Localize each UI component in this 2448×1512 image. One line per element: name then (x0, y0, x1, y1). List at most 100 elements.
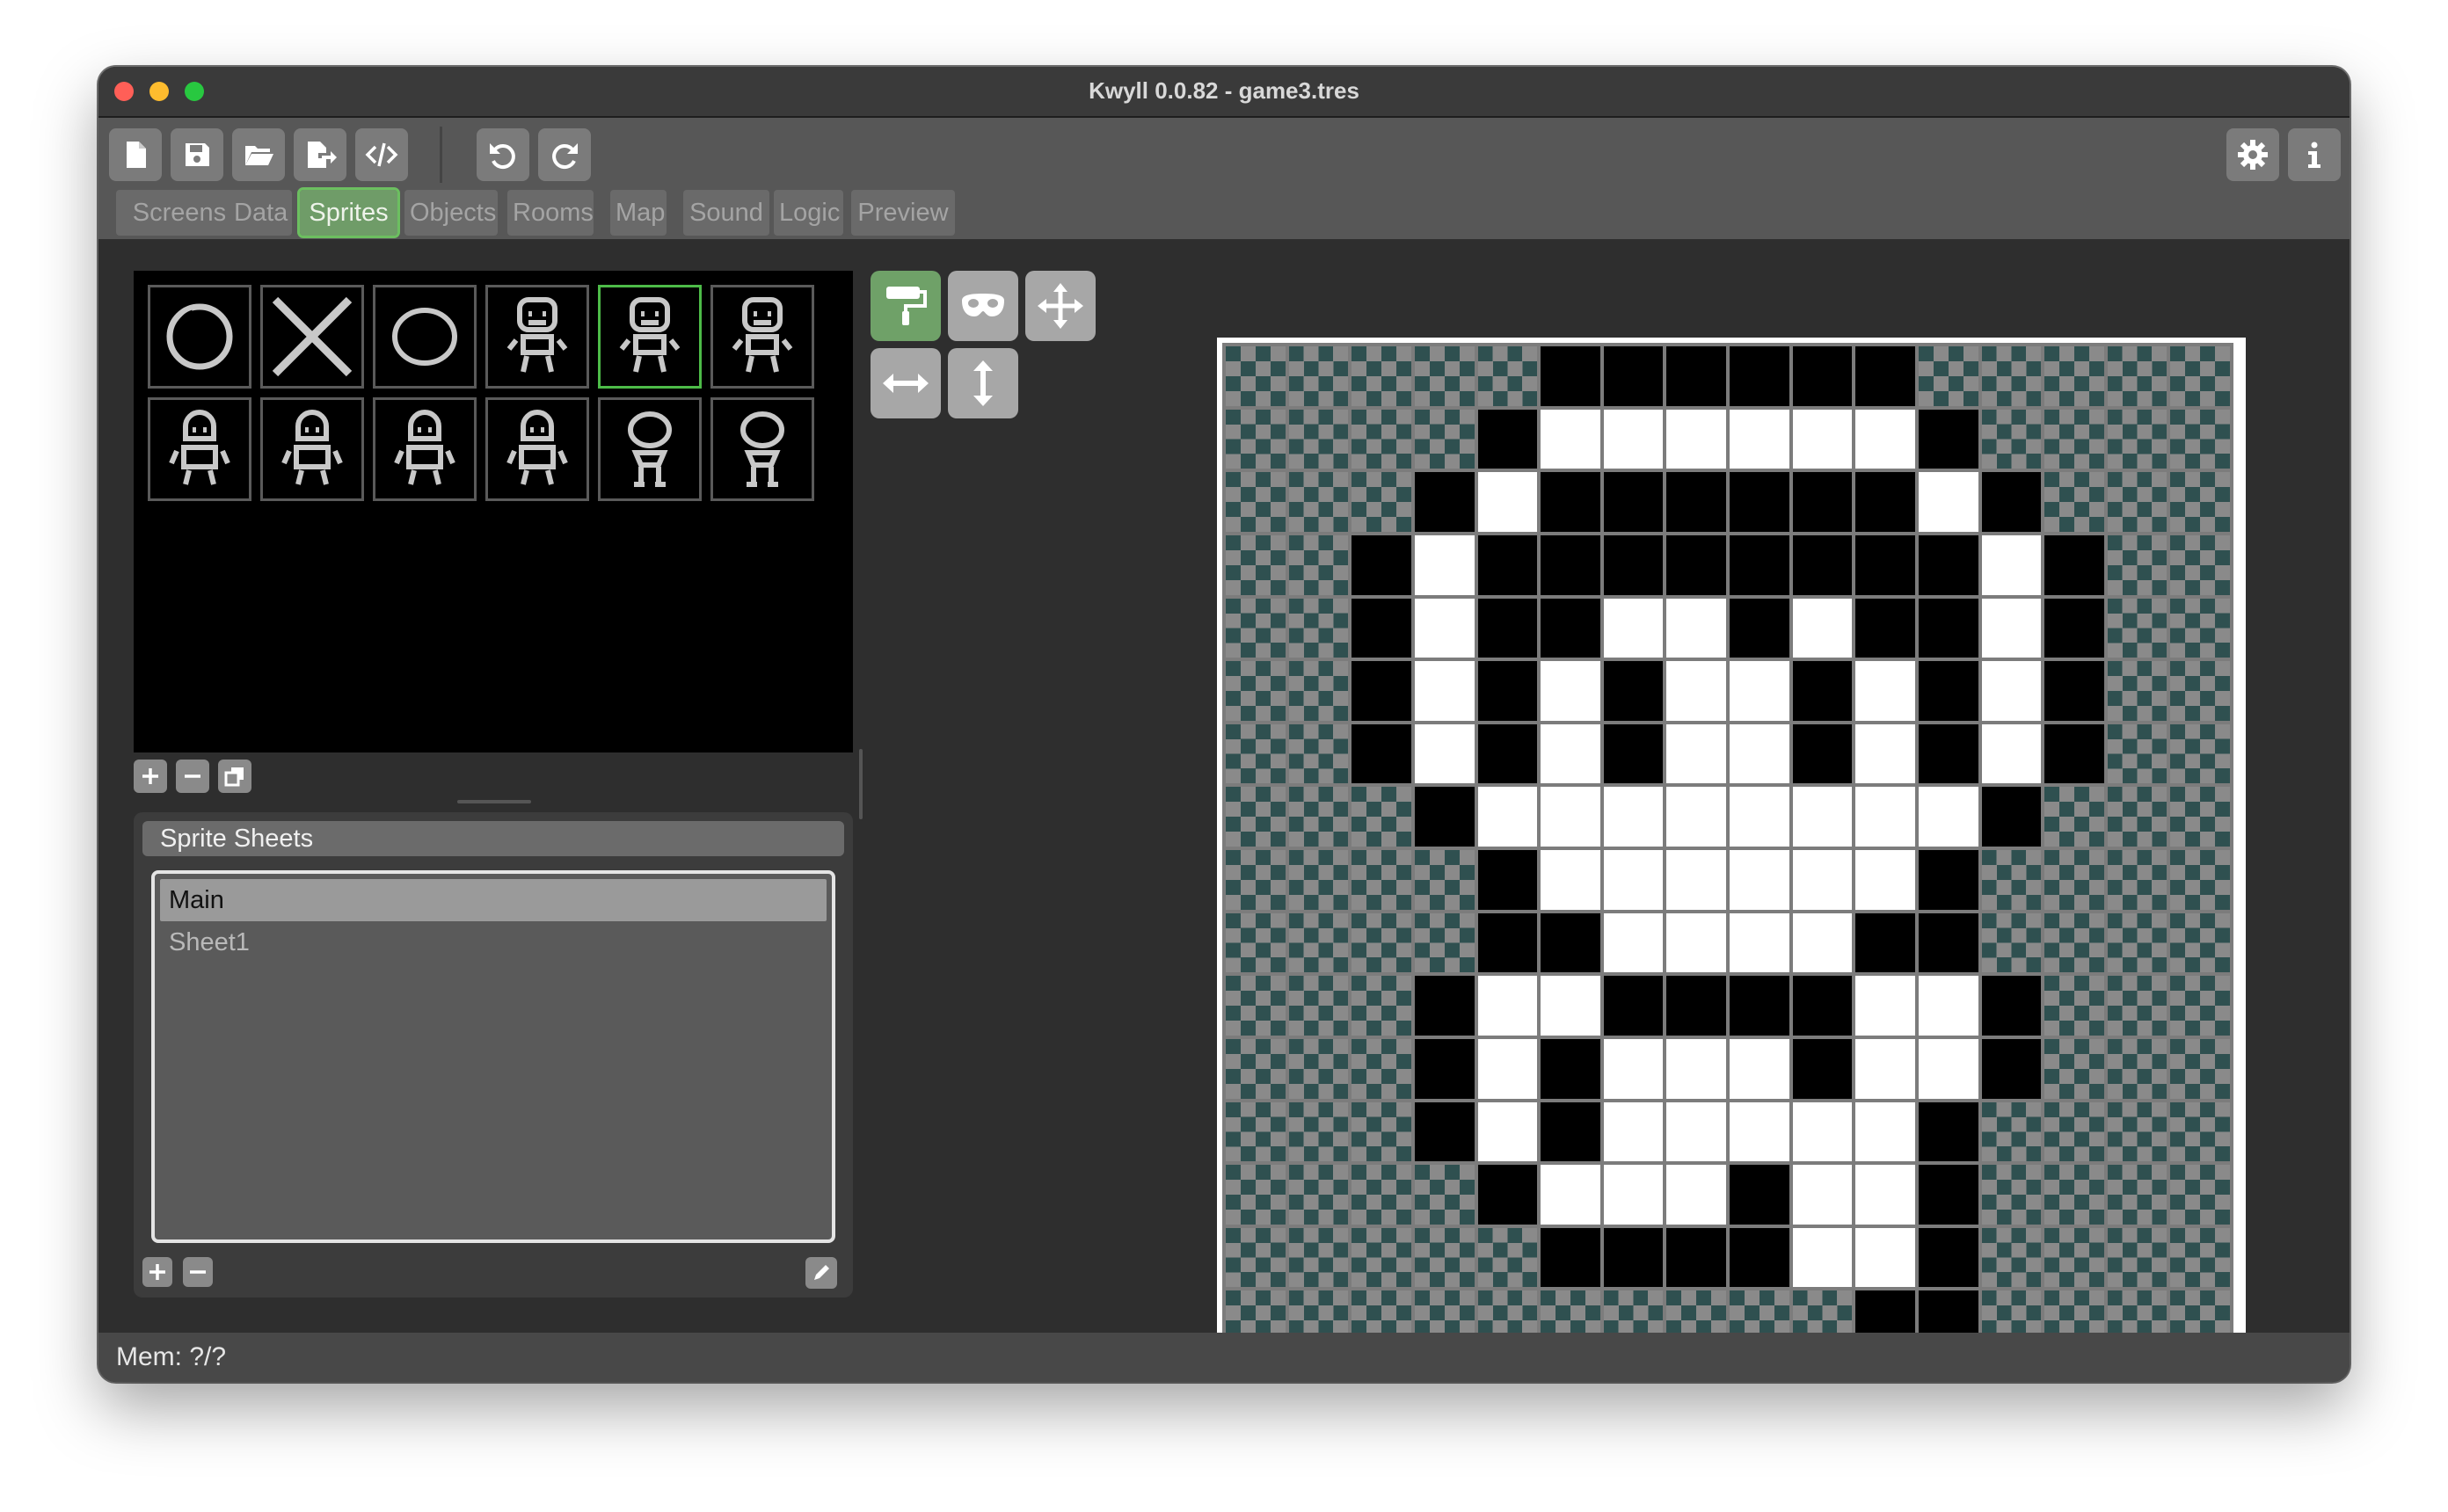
pixel-cell[interactable] (1603, 661, 1664, 721)
sprite-thumbnail[interactable] (598, 285, 702, 389)
tab-objects[interactable]: Objects (404, 190, 498, 236)
pixel-cell[interactable] (1666, 1038, 1726, 1099)
pixel-cell[interactable] (1226, 472, 1286, 532)
pixel-cell[interactable] (1792, 534, 1853, 595)
tab-sound[interactable]: Sound (683, 190, 769, 236)
pixel-cell[interactable] (1352, 1101, 1411, 1162)
pixel-cell[interactable] (1226, 723, 1286, 784)
pixel-cell[interactable] (1918, 472, 1978, 532)
tab-preview[interactable]: Preview (851, 190, 955, 236)
pixel-cell[interactable] (1226, 346, 1286, 406)
pixel-cell[interactable] (1352, 346, 1411, 406)
pixel-cell[interactable] (1226, 1227, 1286, 1288)
pixel-cell[interactable] (1414, 976, 1475, 1036)
pixel-cell[interactable] (1918, 661, 1978, 721)
pixel-cell[interactable] (1288, 976, 1349, 1036)
pixel-cell[interactable] (1981, 409, 2042, 469)
pixel-cell[interactable] (1288, 598, 1349, 658)
pixel-cell[interactable] (1477, 787, 1538, 847)
sprite-thumbnail[interactable] (373, 285, 477, 389)
pixel-cell[interactable] (1288, 472, 1349, 532)
pixel-cell[interactable] (1288, 1101, 1349, 1162)
add-sheet-button[interactable] (142, 1257, 172, 1287)
pixel-cell[interactable] (1603, 1165, 1664, 1225)
pixel-cell[interactable] (1541, 850, 1600, 910)
pixel-cell[interactable] (1352, 1038, 1411, 1099)
pixel-cell[interactable] (1541, 1227, 1600, 1288)
pixel-cell[interactable] (1414, 409, 1475, 469)
pixel-grid[interactable] (1222, 343, 2233, 1354)
pixel-cell[interactable] (1666, 661, 1726, 721)
export-button[interactable] (294, 128, 346, 181)
pixel-cell[interactable] (1288, 1227, 1349, 1288)
pixel-cell[interactable] (1603, 598, 1664, 658)
pixel-cell[interactable] (1981, 912, 2042, 973)
pixel-cell[interactable] (1730, 534, 1789, 595)
pixel-cell[interactable] (2170, 1038, 2230, 1099)
redo-button[interactable] (538, 128, 591, 181)
pixel-cell[interactable] (1603, 1227, 1664, 1288)
sprite-thumbnail[interactable] (598, 397, 702, 501)
pixel-cell[interactable] (2170, 409, 2230, 469)
pixel-cell[interactable] (1981, 1227, 2042, 1288)
pixel-cell[interactable] (1981, 723, 2042, 784)
pixel-cell[interactable] (2044, 661, 2104, 721)
pixel-cell[interactable] (1855, 534, 1915, 595)
pixel-cell[interactable] (1792, 976, 1853, 1036)
pixel-cell[interactable] (1981, 787, 2042, 847)
pixel-cell[interactable] (1666, 598, 1726, 658)
pixel-cell[interactable] (1918, 1101, 1978, 1162)
sprite-thumbnail[interactable] (485, 285, 589, 389)
pixel-cell[interactable] (1352, 787, 1411, 847)
pixel-cell[interactable] (1288, 723, 1349, 784)
pixel-cell[interactable] (2170, 912, 2230, 973)
pixel-cell[interactable] (1414, 912, 1475, 973)
pixel-cell[interactable] (1352, 912, 1411, 973)
pixel-cell[interactable] (1477, 1038, 1538, 1099)
pixel-cell[interactable] (1666, 1165, 1726, 1225)
pixel-cell[interactable] (1288, 1038, 1349, 1099)
sprite-thumbnail[interactable] (260, 397, 364, 501)
pixel-cell[interactable] (1918, 723, 1978, 784)
pixel-cell[interactable] (1541, 598, 1600, 658)
flip-vertical-button[interactable] (948, 348, 1018, 418)
pixel-cell[interactable] (2170, 346, 2230, 406)
pixel-cell[interactable] (1855, 1101, 1915, 1162)
pixel-cell[interactable] (1792, 409, 1853, 469)
pixel-cell[interactable] (1855, 472, 1915, 532)
pixel-cell[interactable] (1855, 346, 1915, 406)
pixel-cell[interactable] (1541, 976, 1600, 1036)
pixel-cell[interactable] (1666, 912, 1726, 973)
pixel-cell[interactable] (1730, 472, 1789, 532)
panel-splitter-vertical[interactable] (859, 749, 863, 819)
pixel-cell[interactable] (1792, 1101, 1853, 1162)
pixel-cell[interactable] (1414, 1165, 1475, 1225)
pixel-cell[interactable] (1541, 534, 1600, 595)
pixel-cell[interactable] (1855, 976, 1915, 1036)
pixel-cell[interactable] (2107, 1038, 2168, 1099)
pixel-cell[interactable] (1477, 912, 1538, 973)
pixel-cell[interactable] (1792, 598, 1853, 658)
pixel-cell[interactable] (1730, 409, 1789, 469)
pixel-cell[interactable] (2107, 598, 2168, 658)
settings-button[interactable] (2226, 128, 2279, 181)
pixel-cell[interactable] (1666, 472, 1726, 532)
add-sprite-button[interactable] (134, 760, 167, 793)
pixel-cell[interactable] (1414, 346, 1475, 406)
pixel-cell[interactable] (1918, 912, 1978, 973)
pixel-cell[interactable] (1666, 409, 1726, 469)
pixel-cell[interactable] (1477, 976, 1538, 1036)
pixel-cell[interactable] (1477, 723, 1538, 784)
pixel-cell[interactable] (2107, 912, 2168, 973)
pixel-cell[interactable] (1541, 409, 1600, 469)
pixel-editor-canvas[interactable] (1217, 338, 2246, 1366)
pixel-cell[interactable] (1414, 850, 1475, 910)
pixel-cell[interactable] (2107, 409, 2168, 469)
pixel-cell[interactable] (1603, 409, 1664, 469)
pixel-cell[interactable] (1226, 912, 1286, 973)
pixel-cell[interactable] (1603, 534, 1664, 595)
move-tool-button[interactable] (1025, 271, 1096, 341)
pixel-cell[interactable] (1477, 472, 1538, 532)
pixel-cell[interactable] (1666, 850, 1726, 910)
pixel-cell[interactable] (2170, 787, 2230, 847)
